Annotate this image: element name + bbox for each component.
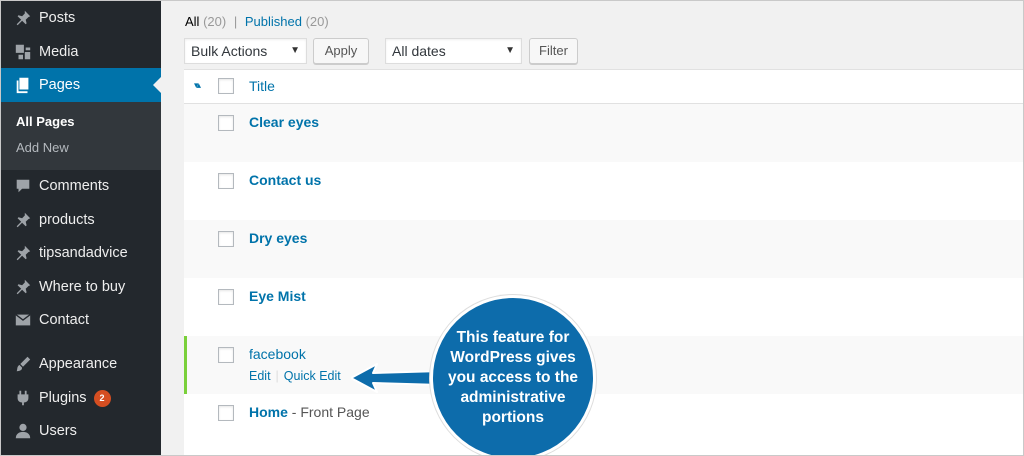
row-checkbox[interactable]: [218, 347, 234, 363]
row-actions: Edit | Quick Edit: [249, 369, 341, 383]
front-page-label: - Front Page: [287, 404, 370, 420]
table-header: ▾▴ Title: [184, 70, 1023, 104]
sidebar-item-products[interactable]: products: [1, 205, 161, 235]
sidebar-item-contact[interactable]: Contact: [1, 305, 161, 335]
bulk-actions-value: Bulk Actions: [191, 43, 268, 59]
pages-table: ▾▴ Title Clear eyes Contact us Dry eyes …: [184, 69, 1023, 455]
pin-icon: [12, 278, 34, 296]
sidebar-item-tipsandadvice[interactable]: tipsandadvice: [1, 238, 161, 268]
pages-submenu: All Pages Add New: [1, 102, 161, 170]
table-row: facebook Edit | Quick Edit: [184, 336, 1023, 394]
pin-icon: [12, 9, 34, 27]
mail-icon: [12, 311, 34, 329]
date-filter-value: All dates: [392, 43, 446, 59]
row-checkbox[interactable]: [218, 173, 234, 189]
page-title-link[interactable]: Eye Mist: [249, 288, 306, 304]
brush-icon: [12, 355, 34, 373]
callout-bubble: This feature for WordPress gives you acc…: [430, 295, 596, 455]
chevron-down-icon: ▼: [505, 45, 515, 56]
filter-all-label: All: [185, 14, 200, 29]
title-column-header[interactable]: Title: [249, 78, 275, 94]
screenshot-frame: Posts Media Pages All Pages Add New Comm…: [0, 0, 1024, 456]
hover-indicator: [184, 336, 187, 394]
edit-link[interactable]: Edit: [249, 369, 271, 383]
select-all-checkbox[interactable]: [218, 78, 234, 94]
sidebar-item-label: Posts: [39, 10, 76, 26]
action-separator: |: [275, 369, 279, 383]
filter-published-label: Published: [244, 14, 302, 29]
sidebar-item-where-to-buy[interactable]: Where to buy: [1, 272, 161, 302]
sidebar-item-label: Appearance: [39, 356, 118, 372]
sidebar-item-plugins[interactable]: Plugins 2: [1, 383, 161, 413]
submenu-all-pages[interactable]: All Pages: [16, 114, 75, 129]
plugin-update-badge: 2: [93, 389, 111, 407]
page-title-link[interactable]: Clear eyes: [249, 114, 319, 130]
callout-arrow-icon: [351, 363, 441, 393]
sidebar-item-label: products: [39, 212, 95, 228]
table-row: Dry eyes: [184, 220, 1023, 278]
apply-button[interactable]: Apply: [313, 38, 369, 64]
sidebar-item-posts[interactable]: Posts: [1, 3, 161, 33]
row-checkbox[interactable]: [218, 289, 234, 305]
page-title-link[interactable]: Contact us: [249, 172, 321, 188]
filter-published[interactable]: Published (20): [245, 14, 329, 29]
filter-all-count: (20): [203, 14, 227, 29]
row-checkbox[interactable]: [218, 115, 234, 131]
table-row: Clear eyes: [184, 104, 1023, 162]
comment-icon: [12, 177, 34, 195]
sidebar-item-label: Contact: [39, 312, 89, 328]
row-checkbox[interactable]: [218, 231, 234, 247]
sidebar-item-label: Where to buy: [39, 279, 126, 295]
pin-icon: [12, 211, 34, 229]
filter-published-count: (20): [305, 14, 329, 29]
filter-separator: |: [233, 14, 238, 29]
chevron-down-icon: ▼: [290, 45, 300, 56]
page-title-link[interactable]: Home - Front Page: [249, 404, 370, 420]
sidebar-item-media[interactable]: Media: [1, 37, 161, 67]
sidebar-item-comments[interactable]: Comments: [1, 171, 161, 201]
plugin-icon: [12, 389, 34, 407]
date-filter-select[interactable]: All dates ▼: [385, 38, 522, 64]
sidebar-item-users[interactable]: Users: [1, 416, 161, 446]
table-row: Contact us: [184, 162, 1023, 220]
admin-sidebar: Posts Media Pages All Pages Add New Comm…: [1, 1, 161, 455]
filter-button[interactable]: Filter: [529, 38, 578, 64]
page-title-text: Home: [249, 404, 288, 420]
sidebar-item-label: Media: [39, 44, 79, 60]
sidebar-item-appearance[interactable]: Appearance: [1, 349, 161, 379]
quick-edit-link[interactable]: Quick Edit: [284, 369, 341, 383]
table-row: Home - Front Page: [184, 394, 1023, 452]
callout-text: This feature for WordPress gives you acc…: [447, 329, 579, 426]
user-icon: [12, 422, 34, 440]
bulk-actions-select[interactable]: Bulk Actions ▼: [184, 38, 307, 64]
sidebar-item-pages[interactable]: Pages: [1, 68, 161, 102]
status-filters: All (20) | Published (20): [185, 14, 329, 29]
media-icon: [12, 43, 34, 61]
sidebar-item-label: tipsandadvice: [39, 245, 128, 261]
sidebar-item-label: Users: [39, 423, 77, 439]
table-row: Eye Mist: [184, 278, 1023, 336]
row-checkbox[interactable]: [218, 405, 234, 421]
page-title-link[interactable]: facebook: [249, 346, 306, 362]
pin-icon: [12, 244, 34, 262]
filter-all[interactable]: All (20): [185, 14, 226, 29]
submenu-add-new[interactable]: Add New: [16, 140, 69, 155]
sidebar-item-label: Comments: [39, 178, 110, 194]
sidebar-item-label: Pages: [39, 77, 81, 93]
sort-icon[interactable]: ▾▴: [194, 80, 201, 91]
active-indicator: [153, 77, 161, 93]
sidebar-item-label: Plugins: [39, 390, 87, 406]
page-title-link[interactable]: Dry eyes: [249, 230, 307, 246]
pages-icon: [12, 76, 34, 94]
